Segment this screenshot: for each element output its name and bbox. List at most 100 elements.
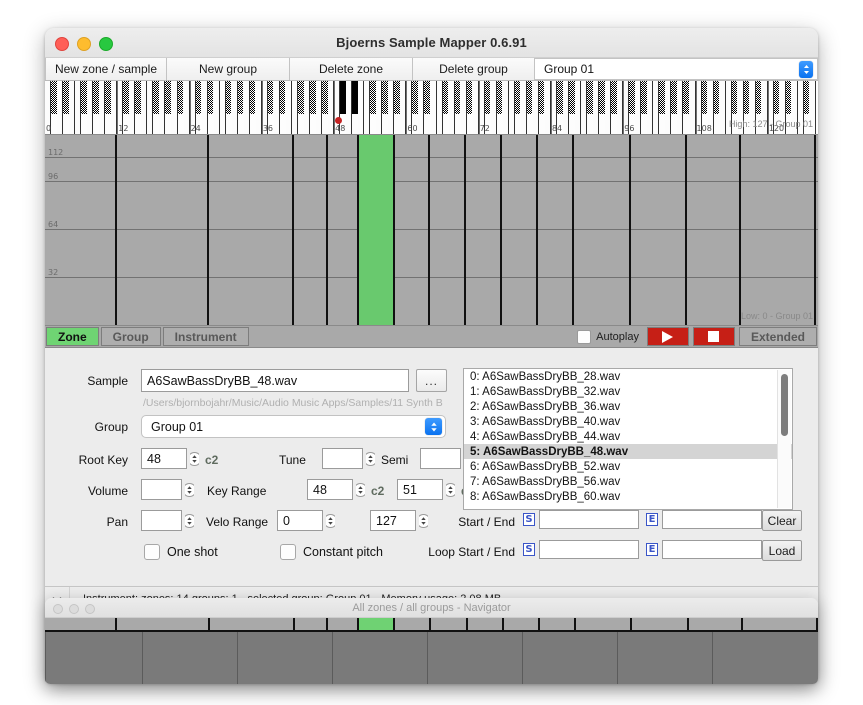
list-item[interactable]: 8: A6SawBassDryBB_60.wav (464, 489, 792, 504)
pan-input[interactable] (141, 510, 182, 531)
key-range-high-stepper[interactable] (444, 479, 457, 500)
piano-black-key[interactable] (249, 81, 256, 114)
navigator-zone[interactable] (432, 618, 468, 630)
navigator-zone[interactable] (295, 618, 329, 630)
tab-group[interactable]: Group (100, 327, 161, 346)
maximize-button[interactable] (99, 37, 113, 51)
list-item[interactable]: 5: A6SawBassDryBB_48.wav (464, 444, 792, 459)
piano-black-key[interactable] (394, 81, 400, 114)
pan-stepper[interactable] (183, 510, 196, 531)
piano-black-key[interactable] (731, 81, 738, 114)
zone-column[interactable] (431, 135, 467, 325)
sample-list-rows[interactable]: 0: A6SawBassDryBB_28.wav 1: A6SawBassDryB… (464, 369, 792, 504)
minimize-button[interactable] (77, 37, 91, 51)
zone-column[interactable] (328, 135, 359, 325)
piano-black-key[interactable] (683, 81, 689, 114)
zone-column[interactable] (538, 135, 575, 325)
sample-list-scrollbar[interactable] (777, 370, 791, 508)
navigator-zone[interactable] (689, 618, 744, 630)
chevron-updown-icon[interactable] (425, 418, 442, 435)
velo-range-high-input[interactable]: 127 (370, 510, 416, 531)
extended-button[interactable]: Extended (738, 327, 817, 346)
loop-start-input[interactable] (539, 540, 639, 559)
zone-column[interactable] (209, 135, 295, 325)
piano-black-key[interactable] (424, 81, 430, 114)
navigator-zone[interactable] (576, 618, 633, 630)
navigator-zone[interactable] (45, 618, 118, 630)
piano-black-key[interactable] (755, 81, 762, 114)
list-item[interactable]: 1: A6SawBassDryBB_32.wav (464, 384, 792, 399)
list-item[interactable]: 7: A6SawBassDryBB_56.wav (464, 474, 792, 489)
piano-black-key[interactable] (587, 81, 593, 114)
piano-black-key[interactable] (538, 81, 545, 114)
semi-input[interactable] (420, 448, 461, 469)
piano-black-key[interactable] (165, 81, 171, 114)
one-shot-checkbox[interactable] (144, 544, 160, 560)
piano-black-key[interactable] (514, 81, 521, 114)
velo-range-low-input[interactable]: 0 (277, 510, 323, 531)
key-range-low-stepper[interactable] (354, 479, 367, 500)
piano-black-key[interactable] (267, 81, 274, 114)
piano-black-key[interactable] (51, 81, 57, 114)
piano-black-key[interactable] (352, 81, 358, 114)
new-group-button[interactable]: New group (167, 58, 290, 80)
close-button[interactable] (55, 37, 69, 51)
loop-start-marker-icon[interactable]: S (523, 543, 535, 556)
piano-black-key[interactable] (773, 81, 780, 114)
navigator-zone[interactable] (210, 618, 295, 630)
piano-black-key[interactable] (382, 81, 388, 114)
group-combo[interactable]: Group 01 (141, 415, 446, 438)
piano-black-key[interactable] (412, 81, 418, 114)
constant-pitch-checkbox[interactable] (280, 544, 296, 560)
piano-black-key[interactable] (123, 81, 129, 114)
piano-black-key[interactable] (569, 81, 575, 114)
play-button[interactable] (646, 327, 689, 346)
autoplay-checkbox[interactable] (577, 329, 592, 344)
stop-button[interactable] (692, 327, 735, 346)
piano-black-key[interactable] (556, 81, 563, 114)
volume-input[interactable] (141, 479, 182, 500)
piano-black-key[interactable] (370, 81, 376, 114)
zone-column-selected[interactable] (358, 135, 395, 325)
tune-input[interactable] (322, 448, 363, 469)
piano-black-key[interactable] (713, 81, 720, 114)
zone-column[interactable] (502, 135, 539, 325)
sample-input[interactable]: A6SawBassDryBB_48.wav (141, 369, 409, 392)
delete-zone-button[interactable]: Delete zone (290, 58, 413, 80)
zone-column[interactable] (117, 135, 210, 325)
tab-zone[interactable]: Zone (46, 327, 99, 346)
zone-column[interactable] (574, 135, 631, 325)
list-item[interactable]: 3: A6SawBassDryBB_40.wav (464, 414, 792, 429)
piano-black-key[interactable] (153, 81, 159, 114)
piano-black-key[interactable] (496, 81, 503, 114)
piano-black-key[interactable] (701, 81, 708, 114)
start-input[interactable] (539, 510, 639, 529)
piano-black-key[interactable] (207, 81, 214, 114)
piano-black-key[interactable] (310, 81, 316, 114)
list-item[interactable]: 4: A6SawBassDryBB_44.wav (464, 429, 792, 444)
piano-black-key[interactable] (237, 81, 244, 114)
navigator-zone[interactable] (395, 618, 432, 630)
navigator-zone[interactable] (632, 618, 690, 630)
piano-black-key[interactable] (629, 81, 635, 114)
navigator-zone[interactable] (504, 618, 540, 630)
delete-group-button[interactable]: Delete group (413, 58, 535, 80)
piano-black-key[interactable] (340, 81, 346, 114)
loop-end-marker-icon[interactable]: E (646, 543, 658, 556)
piano-black-key[interactable] (785, 81, 792, 114)
autoplay-control[interactable]: Autoplay (577, 329, 639, 344)
piano-black-key[interactable] (225, 81, 232, 114)
volume-stepper[interactable] (183, 479, 196, 500)
chevron-updown-icon[interactable] (799, 61, 813, 78)
piano-keyboard[interactable]: 0 12 24 36 48 60 72 84 96 108 120 High: 127 - Grou… (45, 81, 818, 135)
navigator-minimize-button[interactable] (69, 604, 79, 614)
piano-black-key[interactable] (599, 81, 605, 114)
navigator-zone[interactable] (117, 618, 210, 630)
load-button[interactable]: Load (762, 540, 802, 561)
zone-column[interactable] (294, 135, 328, 325)
piano-black-key[interactable] (105, 81, 111, 114)
piano-black-key[interactable] (63, 81, 69, 114)
piano-black-key[interactable] (611, 81, 617, 114)
piano-black-key[interactable] (297, 81, 304, 114)
navigator-maximize-button[interactable] (85, 604, 95, 614)
